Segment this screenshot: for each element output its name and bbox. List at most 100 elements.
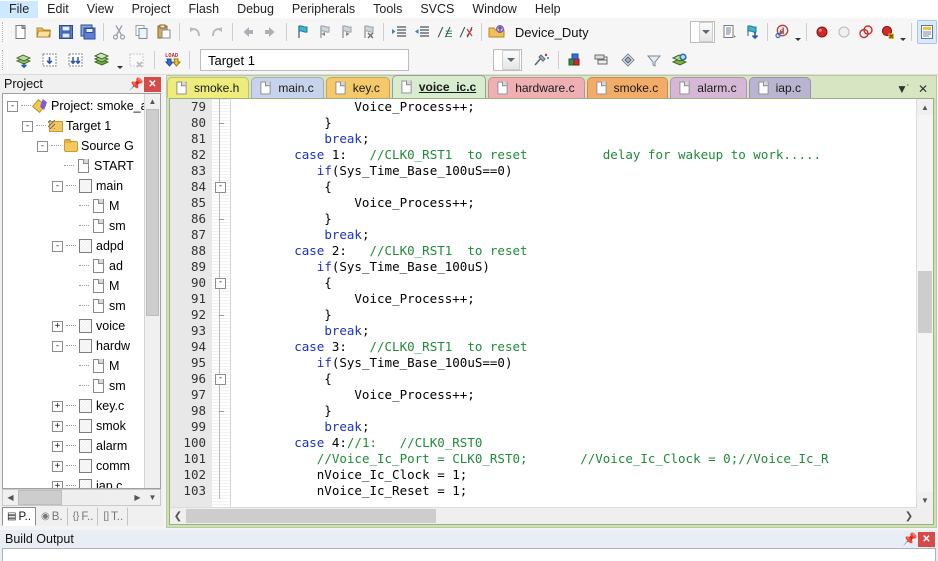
hscroll-thumb[interactable] (186, 509, 436, 523)
code-line[interactable]: 94 case 3: //CLK0_RST1 to reset (170, 339, 917, 355)
scroll-up-arrow-icon[interactable]: ▲ (145, 94, 160, 109)
project-panel-tab-3[interactable]: []T.. (98, 507, 128, 526)
batch-build-button[interactable] (90, 48, 114, 72)
download-to-flash-button[interactable]: LOAD (160, 48, 184, 72)
scroll-left-arrow-icon[interactable]: ◀ (3, 490, 18, 505)
scroll-left-arrow-icon[interactable]: ❮ (170, 508, 186, 524)
menu-item-project[interactable]: Project (123, 1, 180, 18)
code-line[interactable]: 92 } (170, 307, 917, 323)
tree-item[interactable]: M (3, 276, 160, 296)
scroll-down-arrow-icon[interactable]: ▼ (917, 492, 933, 508)
stop-build-button[interactable] (125, 48, 149, 72)
fold-toggle-icon[interactable]: - (215, 374, 226, 385)
code-line[interactable]: 97 Voice_Process++; (170, 387, 917, 403)
code-line[interactable]: 96- { (170, 371, 917, 387)
rebuild-all-button[interactable] (64, 48, 88, 72)
code-line[interactable]: 79 Voice_Process++; (170, 99, 917, 115)
tree-item[interactable]: M (3, 196, 160, 216)
build-output-content[interactable] (2, 548, 936, 561)
target-options-button[interactable] (529, 48, 553, 72)
select-software-packs-button[interactable] (642, 48, 666, 72)
editor-tab-smoke-h[interactable]: smoke.h (167, 77, 249, 98)
find-in-files-button[interactable]: d (773, 20, 793, 44)
expand-icon[interactable]: + (52, 461, 63, 472)
code-line[interactable]: 90- { (170, 275, 917, 291)
tree-item[interactable]: -Source G (3, 136, 160, 156)
outdent-button[interactable] (411, 20, 431, 44)
code-line[interactable]: 85 Voice_Process++; (170, 195, 917, 211)
target-select[interactable]: Target 1 (200, 49, 409, 71)
start-debug-button[interactable] (487, 20, 507, 44)
pin-icon[interactable]: 📌 (128, 77, 144, 92)
copy-button[interactable] (131, 20, 151, 44)
save-all-button[interactable] (78, 20, 98, 44)
tree-item[interactable]: sm (3, 216, 160, 236)
cut-button[interactable] (109, 20, 129, 44)
scroll-right-arrow-icon[interactable]: ❯ (901, 508, 917, 524)
expand-icon[interactable]: + (52, 441, 63, 452)
target-dropdown-button[interactable] (493, 49, 522, 71)
expand-icon[interactable]: + (52, 401, 63, 412)
code-line[interactable]: 81 break; (170, 131, 917, 147)
code-line[interactable]: 83 if(Sys_Time_Base_100uS==0) (170, 163, 917, 179)
tree-item[interactable]: +comm (3, 456, 160, 476)
close-icon[interactable]: ✕ (144, 77, 161, 92)
tree-item[interactable]: +alarm (3, 436, 160, 456)
prev-bookmark-button[interactable] (314, 20, 334, 44)
navigate-back-button[interactable] (238, 20, 258, 44)
save-button[interactable] (56, 20, 76, 44)
collapse-icon[interactable]: - (52, 341, 63, 352)
menu-item-flash[interactable]: Flash (179, 1, 228, 18)
collapse-icon[interactable]: - (22, 121, 33, 132)
new-file-button[interactable] (11, 20, 31, 44)
project-tree-container[interactable]: -Project: smoke_a-Target 1-Source GSTART… (2, 93, 161, 489)
project-tree-vscrollbar[interactable]: ▲ (144, 94, 160, 488)
manage-runtime-environment-button[interactable] (668, 48, 692, 72)
scroll-right-arrow-icon[interactable]: ▶ (130, 490, 145, 505)
tree-item[interactable]: M (3, 356, 160, 376)
code-viewport[interactable]: 79 Voice_Process++;80 }81 break;82 case … (170, 99, 917, 508)
tree-item[interactable]: sm (3, 376, 160, 396)
tree-item[interactable]: -adpd (3, 236, 160, 256)
code-line[interactable]: 91 Voice_Process++; (170, 291, 917, 307)
chevron-down-icon[interactable] (115, 47, 124, 74)
build-target-button[interactable] (38, 48, 62, 72)
project-panel-tab-2[interactable]: {}F.. (68, 507, 99, 526)
scroll-dropdown-icon[interactable]: ▼ (145, 490, 160, 505)
tree-item[interactable]: -main (3, 176, 160, 196)
menu-item-svcs[interactable]: SVCS (411, 1, 463, 18)
code-line[interactable]: 99 break; (170, 419, 917, 435)
debug-session-dropdown[interactable] (690, 21, 716, 43)
code-line[interactable]: 103 nVoice_Ic_Reset = 1; (170, 483, 917, 499)
menu-item-window[interactable]: Window (463, 1, 525, 18)
uncomment-button[interactable]: // (456, 20, 476, 44)
menu-item-tools[interactable]: Tools (364, 1, 411, 18)
collapse-icon[interactable]: - (52, 181, 63, 192)
code-line[interactable]: 100 case 4://1: //CLK0_RST0 (170, 435, 917, 451)
menu-item-view[interactable]: View (78, 1, 123, 18)
code-line[interactable]: 93 break; (170, 323, 917, 339)
chevron-down-icon[interactable] (794, 19, 801, 46)
code-line[interactable]: 88 case 2: //CLK0_RST1 to reset (170, 243, 917, 259)
expand-icon[interactable]: + (52, 321, 63, 332)
code-line[interactable]: 95 if(Sys_Time_Base_100uS==0) (170, 355, 917, 371)
code-line[interactable]: 86 } (170, 211, 917, 227)
tree-item[interactable]: ad (3, 256, 160, 276)
vscroll-thumb[interactable] (918, 271, 932, 333)
toolbar-grip[interactable] (2, 22, 7, 42)
tab-list-icon[interactable]: ▼̇ (896, 82, 908, 96)
tree-item[interactable]: +voice (3, 316, 160, 336)
chevron-down-icon[interactable] (699, 22, 714, 42)
tree-item[interactable]: +smok (3, 416, 160, 436)
pack-installer-button[interactable] (616, 48, 640, 72)
editor-tab-alarm-c[interactable]: alarm.c (670, 77, 746, 98)
chevron-down-icon[interactable] (900, 19, 907, 46)
scroll-thumb[interactable] (146, 109, 159, 316)
undo-button[interactable] (185, 20, 205, 44)
translate-file-button[interactable] (12, 48, 36, 72)
project-tree-hscrollbar[interactable]: ◀ ▶ ▼ (2, 489, 161, 506)
code-line[interactable]: 101 //Voice_Ic_Port = CLK0_RST0; //Voice… (170, 451, 917, 467)
comment-button[interactable]: //☰ (434, 20, 454, 44)
code-line[interactable]: 80 } (170, 115, 917, 131)
tree-item[interactable]: +key.c (3, 396, 160, 416)
